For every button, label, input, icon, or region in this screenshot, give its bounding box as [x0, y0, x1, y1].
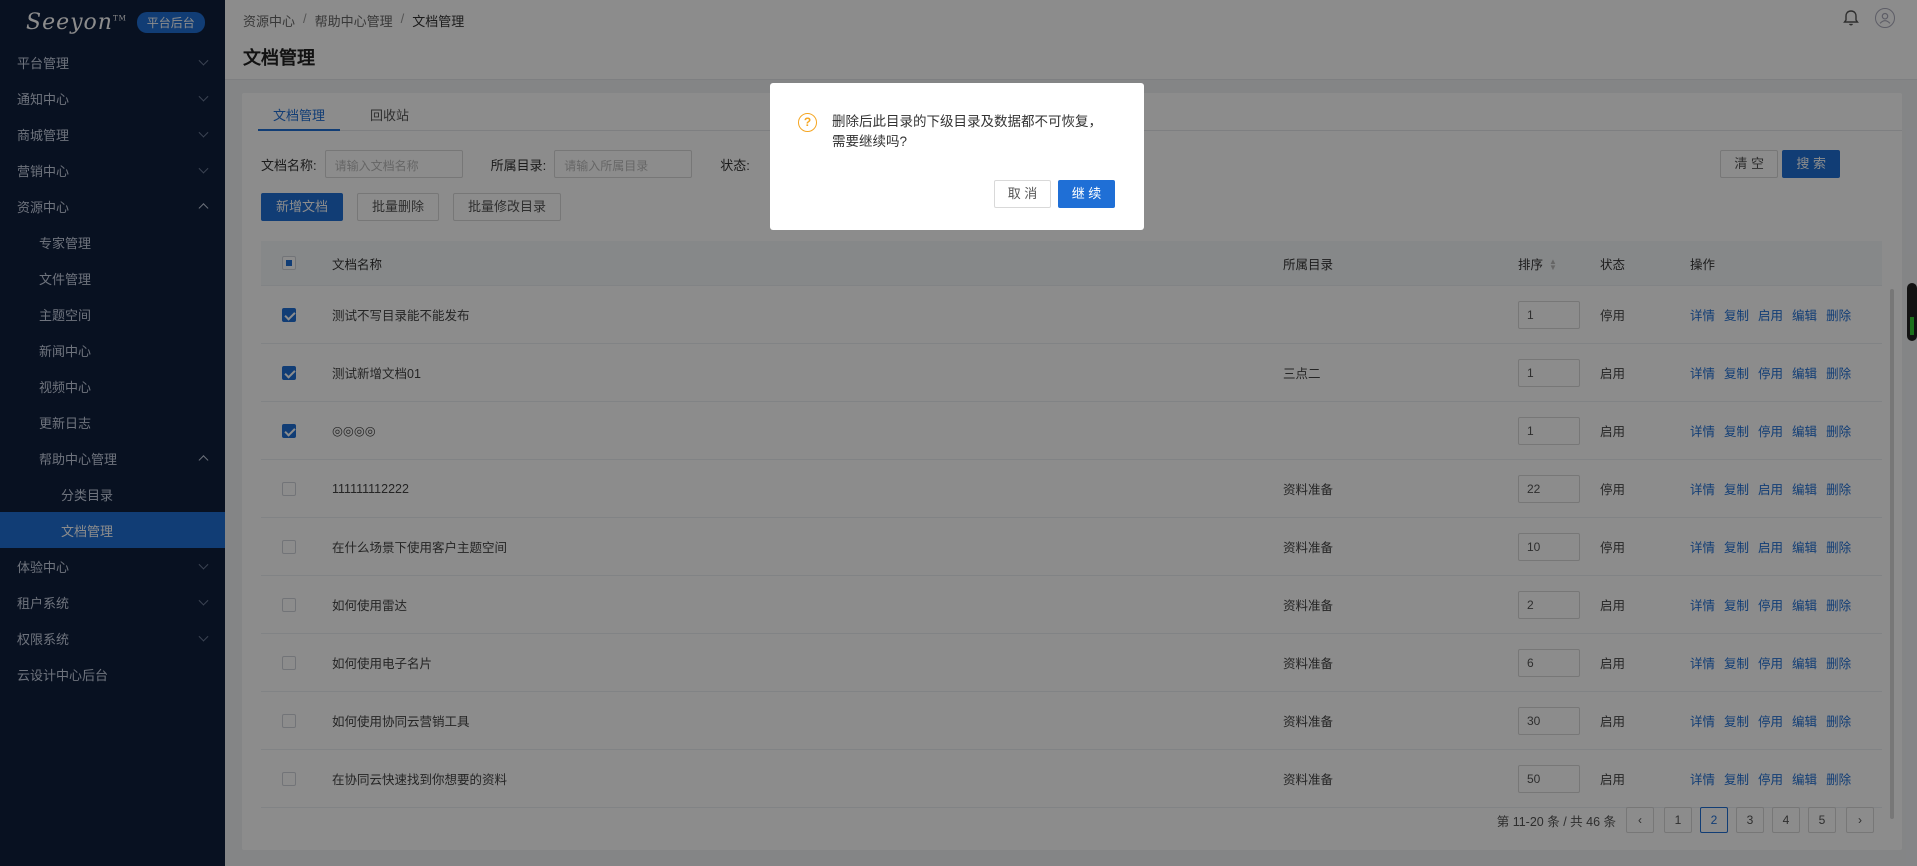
continue-button[interactable]: 继 续 — [1058, 180, 1115, 208]
question-icon: ? — [798, 113, 817, 132]
dialog-message: 删除后此目录的下级目录及数据都不可恢复，需要继续吗? — [832, 114, 1102, 149]
confirm-dialog: ? 删除后此目录的下级目录及数据都不可恢复，需要继续吗? 取 消 继 续 — [770, 83, 1144, 230]
cancel-button[interactable]: 取 消 — [994, 180, 1051, 208]
